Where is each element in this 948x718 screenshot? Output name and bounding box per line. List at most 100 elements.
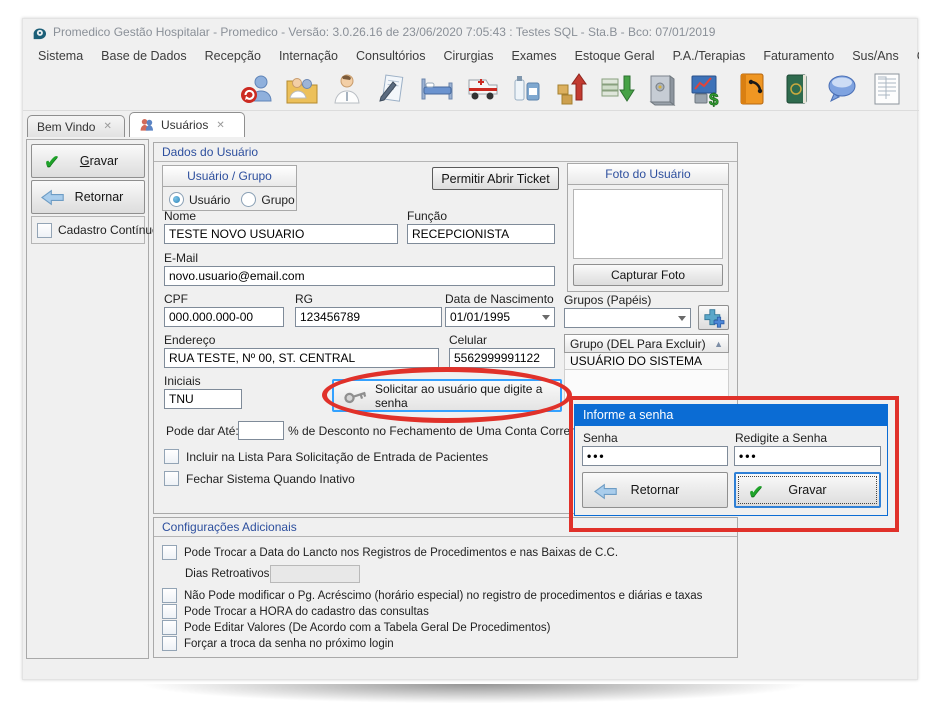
capturar-foto-button[interactable]: Capturar Foto <box>573 264 723 286</box>
foto-usuario-title: Foto do Usuário <box>568 164 728 185</box>
iniciais-input[interactable] <box>164 389 242 409</box>
email-label: E-Mail <box>164 251 198 265</box>
safe-icon[interactable] <box>644 71 680 107</box>
menu-exames[interactable]: Exames <box>503 46 566 66</box>
nascimento-label: Data de Nascimento <box>445 292 554 306</box>
add-cross-icon <box>703 308 725 328</box>
menu-cirurgias[interactable]: Cirurgias <box>435 46 503 66</box>
nome-input[interactable] <box>164 224 398 244</box>
chat-icon[interactable] <box>824 71 860 107</box>
grupos-combo-input[interactable] <box>564 308 691 328</box>
valores-checkbox[interactable] <box>162 620 177 635</box>
solicitar-senha-button[interactable]: Solicitar ao usuário que digite a senha <box>332 379 562 412</box>
nascimento-input[interactable] <box>445 307 555 327</box>
doctor-icon[interactable] <box>329 71 365 107</box>
window-title: Promedico Gestão Hospitalar - Promedico … <box>53 25 715 39</box>
finance-icon[interactable]: $ <box>689 71 725 107</box>
fechar-sistema-checkbox[interactable] <box>164 471 179 486</box>
add-grupo-button[interactable] <box>698 305 729 330</box>
grupos-grid-row-label: USUÁRIO DO SISTEMA <box>570 354 702 368</box>
cadastro-continuo-box: Cadastro Contínuo <box>31 216 145 244</box>
menu-faturamento[interactable]: Faturamento <box>754 46 843 66</box>
config-hora-row: Pode Trocar a HORA do cadastro das consu… <box>162 604 429 619</box>
sort-asc-icon: ▲ <box>714 339 723 349</box>
ambulance-icon[interactable] <box>464 71 500 107</box>
dialog-gravar-button[interactable]: ✔ Gravar <box>734 472 881 508</box>
senha-dialog-titlebar[interactable]: Informe a senha <box>575 405 887 426</box>
cpf-input[interactable] <box>164 307 284 327</box>
radio-usuario[interactable] <box>169 192 184 207</box>
page-drop-shadow <box>4 684 944 714</box>
menu-sus-ans[interactable]: Sus/Ans <box>843 46 908 66</box>
arrow-left-icon <box>40 189 66 209</box>
retornar-button-label: Retornar <box>75 190 124 204</box>
gravar-button[interactable]: ✔ Gravar <box>31 144 145 178</box>
dias-retroativos-input <box>270 565 360 583</box>
email-input[interactable] <box>164 266 555 286</box>
chevron-down-icon[interactable] <box>542 315 550 320</box>
tab-usuarios-close-icon[interactable]: ✕ <box>216 120 224 131</box>
permitir-abrir-ticket-button[interactable]: Permitir Abrir Ticket <box>432 167 559 190</box>
config-adicionais-group: Configurações Adicionais Pode Trocar a D… <box>153 517 738 658</box>
grupos-grid-row[interactable]: USUÁRIO DO SISTEMA <box>564 353 729 370</box>
dialog-retornar-label: Retornar <box>631 483 680 497</box>
app-window: Promedico Gestão Hospitalar - Promedico … <box>22 18 918 680</box>
endereco-input[interactable] <box>164 348 439 368</box>
cadastro-continuo-label: Cadastro Contínuo <box>58 223 159 237</box>
rg-input[interactable] <box>295 307 442 327</box>
prescription-icon[interactable] <box>374 71 410 107</box>
grupos-grid-body <box>564 370 729 400</box>
menu-pa-terapias[interactable]: P.A./Terapias <box>664 46 755 66</box>
menu-internacao[interactable]: Internação <box>270 46 347 66</box>
iniciais-label: Iniciais <box>164 374 201 388</box>
pg-acrescimo-checkbox[interactable] <box>162 588 177 603</box>
redigite-senha-input[interactable] <box>734 446 881 466</box>
grupos-papeis-label: Grupos (Papéis) <box>564 293 651 307</box>
menu-consultorios[interactable]: Consultórios <box>347 46 434 66</box>
cadastro-continuo-checkbox[interactable] <box>37 223 52 238</box>
funcao-input[interactable] <box>407 224 555 244</box>
ledger-icon[interactable] <box>779 71 815 107</box>
nascimento-combo[interactable] <box>445 307 555 327</box>
menu-recepcao[interactable]: Recepção <box>196 46 270 66</box>
app-logo-icon <box>31 24 47 40</box>
user-sync-icon[interactable] <box>239 71 275 107</box>
stock-out-icon[interactable] <box>599 71 635 107</box>
tab-bem-vindo-close-icon[interactable]: ✕ <box>103 121 111 132</box>
dialog-retornar-button[interactable]: Retornar <box>582 472 728 508</box>
celular-input[interactable] <box>449 348 555 368</box>
menu-sistema[interactable]: Sistema <box>29 46 92 66</box>
pharmacy-icon[interactable] <box>509 71 545 107</box>
hora-checkbox[interactable] <box>162 604 177 619</box>
tab-bem-vindo[interactable]: Bem Vindo ✕ <box>27 115 125 137</box>
tipo-usuario-box: Usuário / Grupo Usuário Grupo <box>162 165 297 211</box>
grupos-combo[interactable] <box>564 308 691 328</box>
capturar-foto-label: Capturar Foto <box>611 268 685 282</box>
foto-usuario-panel: Foto do Usuário Capturar Foto <box>567 163 729 292</box>
report-icon[interactable] <box>869 71 905 107</box>
radio-grupo[interactable] <box>241 192 256 207</box>
menu-estoque-geral[interactable]: Estoque Geral <box>566 46 664 66</box>
config-data-lancto-row: Pode Trocar a Data do Lancto nos Registr… <box>162 545 618 560</box>
retornar-button[interactable]: Retornar <box>31 180 145 214</box>
menu-base-de-dados[interactable]: Base de Dados <box>92 46 195 66</box>
tipo-usuario-title: Usuário / Grupo <box>163 166 296 187</box>
grupos-grid-header[interactable]: Grupo (DEL Para Excluir) ▲ <box>564 334 729 353</box>
data-lancto-checkbox[interactable] <box>162 545 177 560</box>
menu-caixa[interactable]: Caixa <box>908 46 919 66</box>
hospital-bed-icon[interactable] <box>419 71 455 107</box>
stock-in-icon[interactable] <box>554 71 590 107</box>
incluir-lista-checkbox[interactable] <box>164 449 179 464</box>
chevron-down-icon[interactable] <box>678 316 686 321</box>
funcao-label: Função <box>407 209 447 223</box>
foto-placeholder <box>573 189 723 259</box>
radio-usuario-label: Usuário <box>189 193 230 207</box>
pode-dar-ate-input[interactable] <box>238 421 284 440</box>
radio-grupo-label: Grupo <box>261 193 294 207</box>
tab-usuarios[interactable]: Usuários ✕ <box>129 112 245 137</box>
phonebook-icon[interactable] <box>734 71 770 107</box>
senha-input[interactable] <box>582 446 728 466</box>
users-folder-icon[interactable] <box>284 71 320 107</box>
hora-label: Pode Trocar a HORA do cadastro das consu… <box>184 606 429 618</box>
forcar-senha-checkbox[interactable] <box>162 636 177 651</box>
